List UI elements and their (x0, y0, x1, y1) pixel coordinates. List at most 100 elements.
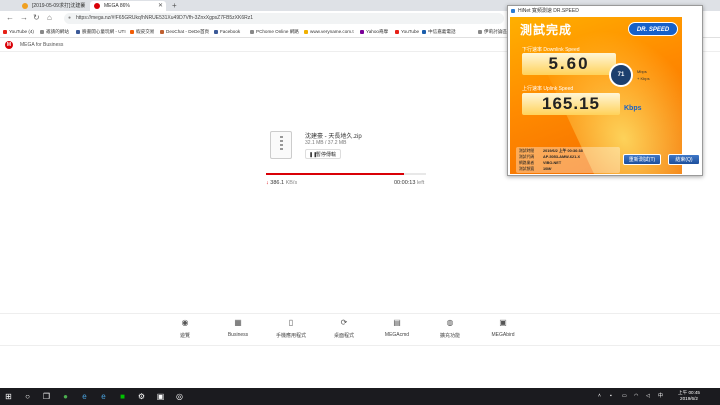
battery-icon: ▭ (622, 393, 627, 399)
file-size: 32.1 MB / 37.2 MB (305, 140, 347, 146)
youtube-icon (3, 30, 7, 34)
tab-forum[interactable]: [2019-05-09求打]沈建豪 ✕ (18, 1, 88, 11)
mega-logo-icon[interactable]: M (5, 41, 13, 49)
forward-icon[interactable]: → (20, 13, 28, 23)
tab-label: [2019-05-09求打]沈建豪 (32, 3, 86, 9)
footer-item-megacmd[interactable]: ▤ MEGAcmd (367, 318, 427, 338)
download-value: 5.60 (548, 54, 590, 73)
bookmark-icon (422, 30, 426, 34)
line-icon[interactable]: ■ (118, 392, 127, 401)
search-icon[interactable]: ○ (23, 392, 32, 401)
bookmark-item[interactable]: Facebook (214, 26, 240, 38)
bookmark-item[interactable]: PChome Online 網路 (250, 26, 299, 38)
hinet-icon (511, 9, 515, 13)
footer-item-business[interactable]: ▦ Business (208, 318, 268, 338)
address-bar[interactable]: ● https://mega.nz/#!F65GRUkq!hNRUE531Xu4… (64, 13, 504, 24)
bookmark-item[interactable]: YouTube (4) (3, 26, 34, 38)
bookmark-item[interactable]: 臉書開心童玩網 - UTI (76, 26, 126, 38)
zipper-icon (280, 136, 283, 150)
download-unit-bottom: + Kbps (637, 76, 650, 81)
bookmark-item[interactable]: 中信嘉義電話 (422, 26, 456, 38)
bookmark-icon (478, 30, 482, 34)
bookmark-item[interactable]: 邀請的網站 (40, 26, 69, 38)
sync-icon: ⟳ (340, 318, 348, 327)
back-icon[interactable]: ← (6, 13, 14, 23)
reload-icon[interactable]: ↻ (33, 13, 40, 23)
bookmark-icon (250, 30, 254, 34)
download-speed: ↓ 386.1 KB/s (266, 180, 297, 186)
upload-label: 上行速率 Uplink Speed (522, 86, 574, 92)
download-arrow-icon: ↓ (266, 180, 269, 186)
browse-icon: ◉ (181, 318, 189, 327)
info-row: 網路業者 VIBO-NET (519, 161, 562, 165)
dr-speed-taskbar-icon[interactable]: ◎ (175, 392, 184, 401)
time-remaining: 00:00:13 left (394, 180, 424, 186)
bookmark-item[interactable]: Yahoo奇摩 (360, 26, 388, 38)
youtube-icon (395, 30, 399, 34)
close-tab-icon[interactable]: ✕ (158, 1, 163, 11)
edge-icon[interactable]: e (99, 392, 108, 401)
close-button[interactable]: 結束(Q) (668, 154, 700, 165)
settings-icon[interactable]: ⚙ (137, 392, 146, 401)
progress-fill (266, 173, 404, 175)
apps-icon (40, 30, 44, 34)
bookmark-icon (160, 30, 164, 34)
bookmark-item[interactable]: 伊莉討論區 (478, 26, 507, 38)
mega-business-link[interactable]: MEGA for Business (20, 38, 63, 52)
extension-icon: ◍ (446, 318, 454, 327)
speed-gauge-badge: 71 (609, 63, 633, 87)
chrome-icon[interactable]: ● (61, 392, 70, 401)
shopee-icon (130, 30, 134, 34)
close-tab-icon[interactable]: ✕ (80, 1, 85, 11)
speedtest-title-bar[interactable]: HiNet 寬頻測速 DR.SPEED (508, 6, 702, 16)
home-icon[interactable]: ⌂ (47, 13, 52, 23)
speedtest-window: HiNet 寬頻測速 DR.SPEED 測試完成 DR. SPEED 下行速率 … (507, 5, 703, 176)
speed-unit: KB/s (285, 180, 298, 186)
megabird-icon: ▣ (499, 318, 507, 327)
footer-item-extensions[interactable]: ◍ 擴充功能 (420, 318, 480, 339)
retest-button[interactable]: 重新測試(T) (623, 154, 661, 165)
tab-mega[interactable]: MEGA 86% ✕ (90, 1, 166, 11)
tray-app-icon[interactable]: ▪ (610, 388, 612, 405)
new-tab-button[interactable]: + (172, 0, 177, 11)
business-icon: ▦ (234, 318, 242, 327)
file-name: 沈建豪 - 天長地久.zip (305, 134, 362, 140)
ie-icon[interactable]: e (80, 392, 89, 401)
download-unit-top: Mbps (637, 69, 647, 74)
bookmark-icon (76, 30, 80, 34)
speedtest-heading: 測試完成 (520, 23, 573, 37)
facebook-icon (214, 30, 218, 34)
footer-item-mobile-apps[interactable]: ▯ 手機應用程式 (261, 318, 321, 339)
windows-taskbar: ⊞ ○ ❐ ● e e ■ ⚙ ▣ ◎ ˄ ▪ ▭ ◠ ◁ 中 上午 00:45… (0, 388, 720, 405)
tab-label: MEGA 86% (104, 3, 130, 9)
mobile-icon: ▯ (288, 318, 294, 327)
mega-favicon-icon (94, 3, 100, 9)
bookmark-item[interactable]: 蝦皮交易 (130, 26, 154, 38)
ime-language[interactable]: 中 (658, 388, 663, 405)
task-view-icon[interactable]: ❐ (42, 392, 51, 401)
pause-button[interactable]: ❚❚ 暫停傳輸 (305, 149, 342, 159)
info-row: 測試時間 2019/6/2 上午 00:36:38 (519, 149, 583, 153)
bookmark-item[interactable]: www.veryname.com.t (304, 26, 354, 38)
tray-chevron-icon[interactable]: ˄ (598, 388, 601, 405)
zip-file-icon (270, 131, 292, 159)
forum-favicon-icon (22, 3, 28, 9)
app-icon[interactable]: ▣ (156, 392, 165, 401)
clock-date: 2019/6/2 (680, 396, 698, 401)
footer-item-megabird[interactable]: ▣ MEGAbird (473, 318, 533, 338)
terminal-icon: ▤ (393, 318, 401, 327)
bookmark-icon (304, 30, 308, 34)
footer-item-browse[interactable]: ◉ 遊覽 (155, 318, 215, 339)
info-row: 測試代碼 AP-5053-AMW-621-X (519, 155, 581, 159)
volume-icon[interactable]: ◁ (646, 388, 650, 405)
bookmark-item[interactable]: DeoChat - DeDe首頁 (160, 26, 209, 38)
info-row: 測試頻寬 10M/ (519, 167, 552, 171)
upload-value: 165.15 (542, 94, 600, 113)
footer-item-desktop-app[interactable]: ⟳ 桌面程式 (314, 318, 374, 339)
upload-unit: Kbps (624, 105, 642, 112)
network-icon[interactable]: ◠ (634, 388, 638, 405)
taskbar-clock[interactable]: 上午 00:45 2019/6/2 (670, 390, 708, 402)
windows-start-icon[interactable]: ⊞ (4, 392, 13, 401)
bookmark-item[interactable]: YouTube (395, 26, 419, 38)
download-value-box: 5.60 (522, 53, 616, 75)
